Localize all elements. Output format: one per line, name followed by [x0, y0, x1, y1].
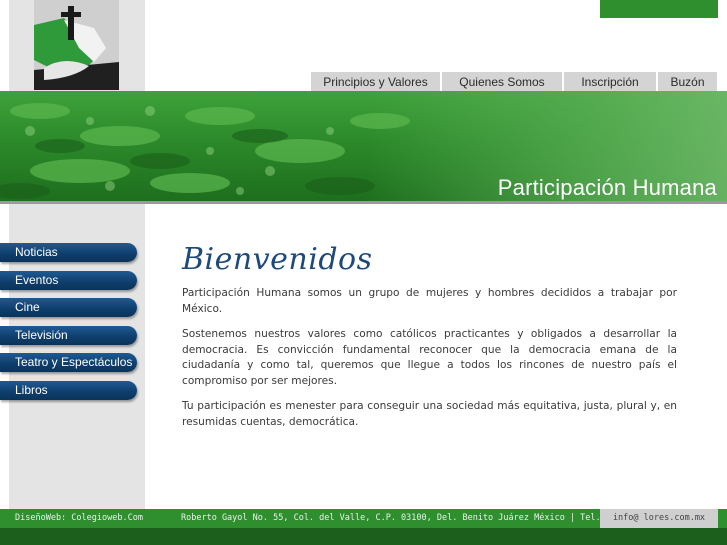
- welcome-heading: Bienvenidos: [182, 242, 373, 277]
- values-paragraph: Sostenemos nuestros valores como católic…: [182, 328, 677, 387]
- bottom-bar: [0, 528, 727, 545]
- main-content: Bienvenidos Participación Humana somos u…: [182, 240, 677, 440]
- green-cross-logo-icon: [34, 0, 119, 90]
- sidebar-item-noticias[interactable]: Noticias: [0, 243, 137, 262]
- tab-quienes-somos[interactable]: Quienes Somos: [442, 72, 564, 92]
- sidebar-item-eventos[interactable]: Eventos: [0, 270, 137, 290]
- sidebar-item-libros[interactable]: Libros: [0, 380, 137, 400]
- site-title: Participación Humana: [497, 175, 717, 200]
- footer-email-link[interactable]: info@ lores.com.mx: [600, 509, 718, 528]
- banner-divider: [0, 201, 727, 204]
- top-navigation: Principios y Valores Quienes Somos Inscr…: [311, 72, 717, 92]
- design-credit-link[interactable]: DiseñoWeb: Colegioweb.Com: [15, 509, 143, 528]
- side-navigation: Noticias Eventos Cine Televisión Teatro …: [0, 243, 137, 408]
- site-logo[interactable]: [34, 0, 119, 90]
- sidebar-item-cine[interactable]: Cine: [0, 298, 137, 317]
- tab-buzon[interactable]: Buzón: [658, 72, 717, 92]
- intro-paragraph: Participación Humana somos un grupo de m…: [182, 287, 677, 315]
- sidebar-item-television[interactable]: Televisión: [0, 325, 137, 345]
- footer: DiseñoWeb: Colegioweb.Com Roberto Gayol …: [0, 509, 727, 528]
- top-accent-bar: [600, 0, 718, 18]
- tab-principios-y-valores[interactable]: Principios y Valores: [311, 72, 442, 92]
- tab-inscripcion[interactable]: Inscripción: [564, 72, 658, 92]
- sidebar-item-teatro-y-espectaculos[interactable]: Teatro y Espectáculos: [0, 353, 137, 372]
- header-banner: Participación Humana: [0, 91, 727, 201]
- participation-paragraph: Tu participación es menester para conseg…: [182, 400, 677, 428]
- footer-address: Roberto Gayol No. 55, Col. del Valle, C.…: [181, 513, 663, 523]
